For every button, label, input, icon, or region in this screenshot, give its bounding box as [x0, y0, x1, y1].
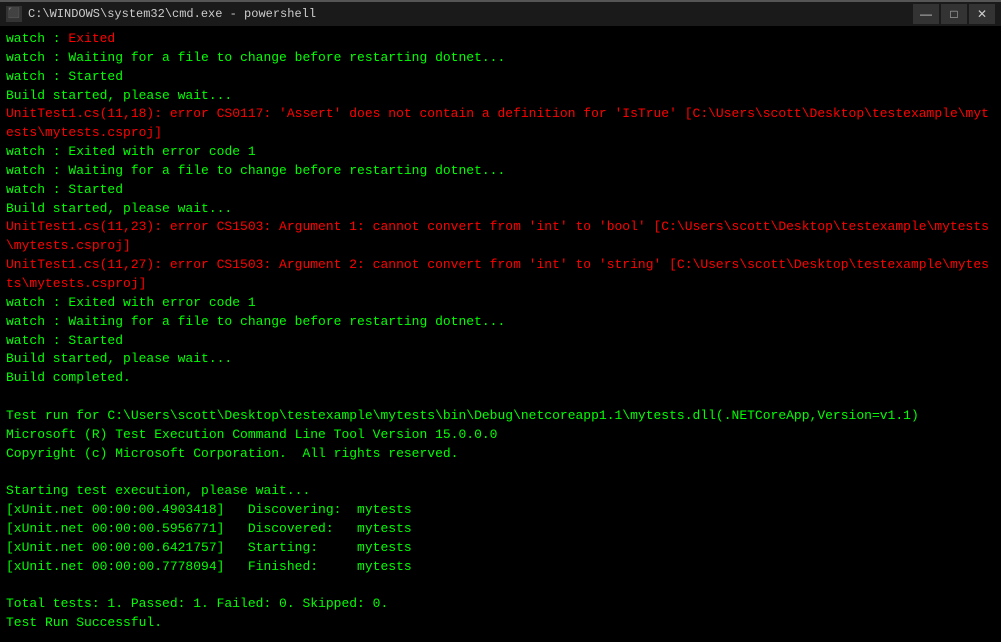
terminal-line: watch : Waiting for a file to change bef…	[6, 49, 995, 68]
terminal-line: watch : Exited with error code 1	[6, 143, 995, 162]
terminal-line: watch : Exited with error code 1	[6, 294, 995, 313]
window-controls: — □ ✕	[913, 4, 995, 24]
terminal-line: [xUnit.net 00:00:00.6421757] Starting: m…	[6, 539, 995, 558]
window: ⬛ C:\WINDOWS\system32\cmd.exe - powershe…	[0, 0, 1001, 642]
terminal-line: Build started, please wait...	[6, 350, 995, 369]
terminal-line	[6, 388, 995, 407]
close-button[interactable]: ✕	[969, 4, 995, 24]
terminal-line: watch : Started	[6, 68, 995, 87]
terminal-line: [xUnit.net 00:00:00.5956771] Discovered:…	[6, 520, 995, 539]
terminal-line: UnitTest1.cs(11,27): error CS1503: Argum…	[6, 256, 995, 294]
terminal-line: Build started, please wait...	[6, 87, 995, 106]
terminal-line: UnitTest1.cs(11,18): error CS0117: 'Asse…	[6, 105, 995, 143]
terminal-line: watch : Waiting for a file to change bef…	[6, 313, 995, 332]
terminal-line: Test run for C:\Users\scott\Desktop\test…	[6, 407, 995, 426]
terminal-line	[6, 576, 995, 595]
terminal-line	[6, 463, 995, 482]
terminal-line: Build started, please wait...	[6, 200, 995, 219]
terminal-line: Microsoft (R) Test Execution Command Lin…	[6, 426, 995, 445]
terminal-line: watch : Exited	[6, 30, 995, 49]
terminal-line: Total tests: 1. Passed: 1. Failed: 0. Sk…	[6, 595, 995, 614]
terminal-line: watch : Waiting for a file to change bef…	[6, 162, 995, 181]
terminal-line: watch : Started	[6, 181, 995, 200]
title-bar-left: ⬛ C:\WINDOWS\system32\cmd.exe - powershe…	[6, 6, 316, 22]
title-bar-text: C:\WINDOWS\system32\cmd.exe - powershell	[28, 7, 316, 21]
maximize-button[interactable]: □	[941, 4, 967, 24]
terminal-line: [xUnit.net 00:00:00.4903418] Discovering…	[6, 501, 995, 520]
terminal-line: Starting test execution, please wait...	[6, 482, 995, 501]
terminal-line: watch : Started	[6, 332, 995, 351]
terminal-line: Test Run Successful.	[6, 614, 995, 633]
terminal-line: UnitTest1.cs(11,23): error CS1503: Argum…	[6, 218, 995, 256]
terminal-line: [xUnit.net 00:00:00.7778094] Finished: m…	[6, 558, 995, 577]
terminal-line: Build completed.	[6, 369, 995, 388]
minimize-button[interactable]: —	[913, 4, 939, 24]
terminal-output: watch : Exitedwatch : Waiting for a file…	[0, 26, 1001, 642]
title-bar: ⬛ C:\WINDOWS\system32\cmd.exe - powershe…	[0, 0, 1001, 26]
cmd-icon: ⬛	[6, 6, 22, 22]
terminal-line: Copyright (c) Microsoft Corporation. All…	[6, 445, 995, 464]
